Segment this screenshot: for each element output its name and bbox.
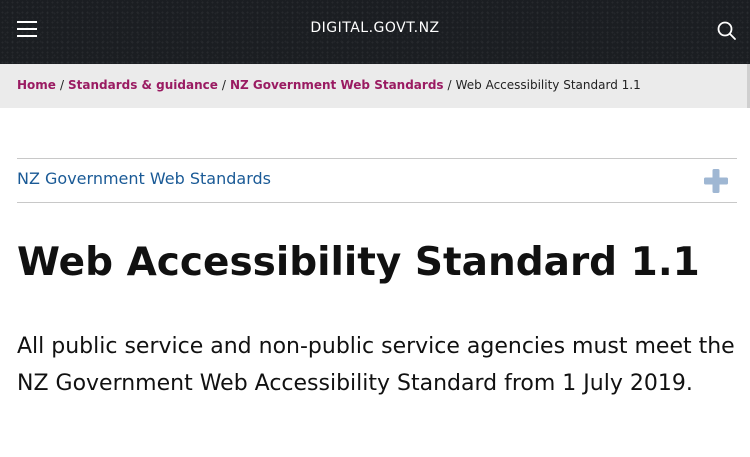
breadcrumb-separator: / <box>59 78 64 92</box>
breadcrumb-separator: / <box>221 78 226 92</box>
breadcrumb-separator: / <box>447 78 452 92</box>
site-header: DIGITAL.GOVT.NZ <box>0 0 750 64</box>
site-title[interactable]: DIGITAL.GOVT.NZ <box>0 20 750 36</box>
plus-icon[interactable] <box>703 168 729 194</box>
breadcrumb-link-standards-guidance[interactable]: Standards & guidance <box>68 78 218 92</box>
breadcrumb-bar: Home / Standards & guidance / NZ Government … <box>0 64 750 108</box>
section-nav-label[interactable]: NZ Government Web Standards <box>17 169 271 188</box>
intro-paragraph: All public service and non-public servic… <box>17 334 735 396</box>
breadcrumb-link-home[interactable]: Home <box>17 78 56 92</box>
breadcrumb: Home / Standards & guidance / NZ Government … <box>17 78 641 92</box>
breadcrumb-link-web-standards[interactable]: NZ Government Web Standards <box>230 78 444 92</box>
section-nav-toggle[interactable]: NZ Government Web Standards <box>17 158 737 203</box>
search-icon[interactable] <box>716 20 738 42</box>
breadcrumb-current: Web Accessibility Standard 1.1 <box>455 78 641 92</box>
page-title: Web Accessibility Standard 1.1 <box>17 240 700 285</box>
